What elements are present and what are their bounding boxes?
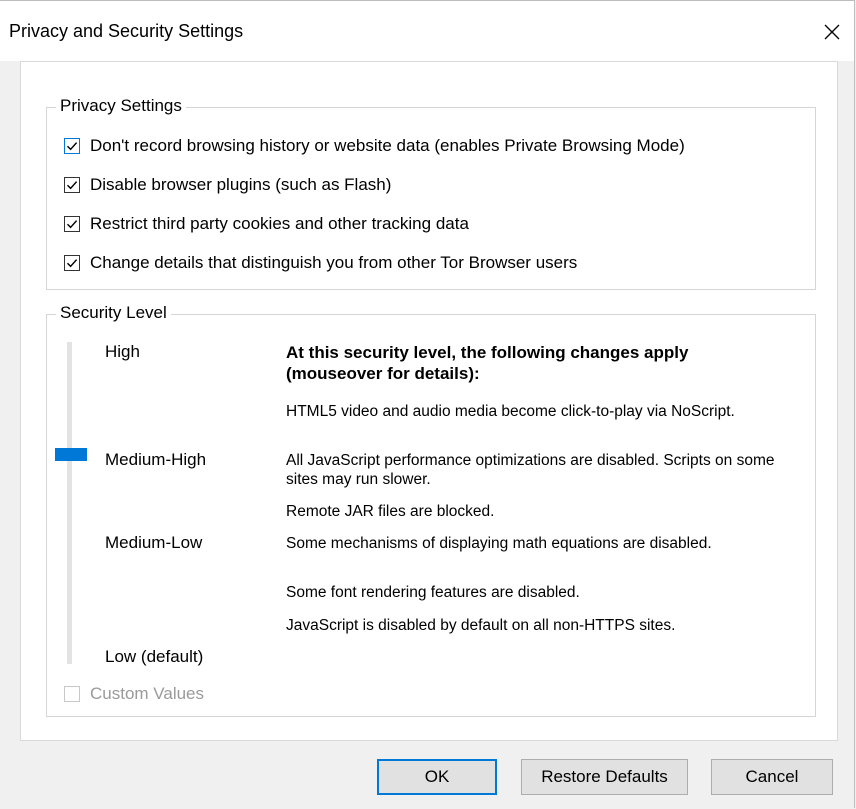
level-low-default[interactable]: Low (default) xyxy=(105,647,203,667)
label-restrict-cookies: Restrict third party cookies and other t… xyxy=(90,214,469,233)
cancel-button[interactable]: Cancel xyxy=(711,759,833,795)
close-icon xyxy=(824,24,840,40)
security-level-group: Security Level High Medium-High Medium-L… xyxy=(46,303,816,717)
checkmark-icon xyxy=(67,259,78,268)
label-disable-plugins: Disable browser plugins (such as Flash) xyxy=(90,175,392,194)
option-change-details[interactable]: Change details that distinguish you from… xyxy=(64,253,577,273)
settings-panel: Privacy Settings Don't record browsing h… xyxy=(20,61,838,741)
settings-dialog: Privacy and Security Settings Privacy Se… xyxy=(0,0,855,808)
security-level-slider-thumb[interactable] xyxy=(55,448,87,461)
change-item[interactable]: Some font rendering features are disable… xyxy=(286,583,786,602)
option-disable-plugins[interactable]: Disable browser plugins (such as Flash) xyxy=(64,175,391,195)
change-item[interactable]: HTML5 video and audio media become click… xyxy=(286,402,786,421)
restore-defaults-button[interactable]: Restore Defaults xyxy=(521,759,688,795)
checkbox-change-details[interactable] xyxy=(64,255,80,271)
label-custom-values: Custom Values xyxy=(90,684,205,703)
checkbox-dont-record-history[interactable] xyxy=(64,138,80,154)
security-level-legend: Security Level xyxy=(56,303,171,323)
change-item[interactable]: Remote JAR files are blocked. xyxy=(286,502,786,521)
level-high[interactable]: High xyxy=(105,342,140,362)
change-item[interactable]: All JavaScript performance optimizations… xyxy=(286,451,786,489)
change-item[interactable]: Some mechanisms of displaying math equat… xyxy=(286,534,786,553)
close-button[interactable] xyxy=(814,15,850,49)
label-change-details: Change details that distinguish you from… xyxy=(90,253,578,272)
level-medium-low[interactable]: Medium-Low xyxy=(105,533,202,553)
option-restrict-cookies[interactable]: Restrict third party cookies and other t… xyxy=(64,214,469,234)
dialog-title: Privacy and Security Settings xyxy=(9,21,244,41)
security-level-slider[interactable] xyxy=(67,342,72,664)
label-dont-record-history: Don't record browsing history or website… xyxy=(90,136,685,155)
ok-button[interactable]: OK xyxy=(377,759,497,795)
checkbox-disable-plugins[interactable] xyxy=(64,177,80,193)
option-dont-record-history[interactable]: Don't record browsing history or website… xyxy=(64,136,685,156)
change-item[interactable]: JavaScript is disabled by default on all… xyxy=(286,616,786,635)
checkbox-restrict-cookies[interactable] xyxy=(64,216,80,232)
security-info-title: At this security level, the following ch… xyxy=(286,343,689,383)
privacy-settings-legend: Privacy Settings xyxy=(56,96,186,116)
option-custom-values[interactable]: Custom Values xyxy=(64,684,204,704)
title-bar: Privacy and Security Settings xyxy=(0,1,854,61)
checkmark-icon xyxy=(67,142,78,151)
checkmark-icon xyxy=(67,220,78,229)
checkbox-custom-values[interactable] xyxy=(64,686,80,702)
checkmark-icon xyxy=(67,181,78,190)
level-medium-high[interactable]: Medium-High xyxy=(105,450,206,470)
privacy-settings-group: Privacy Settings Don't record browsing h… xyxy=(46,96,816,290)
